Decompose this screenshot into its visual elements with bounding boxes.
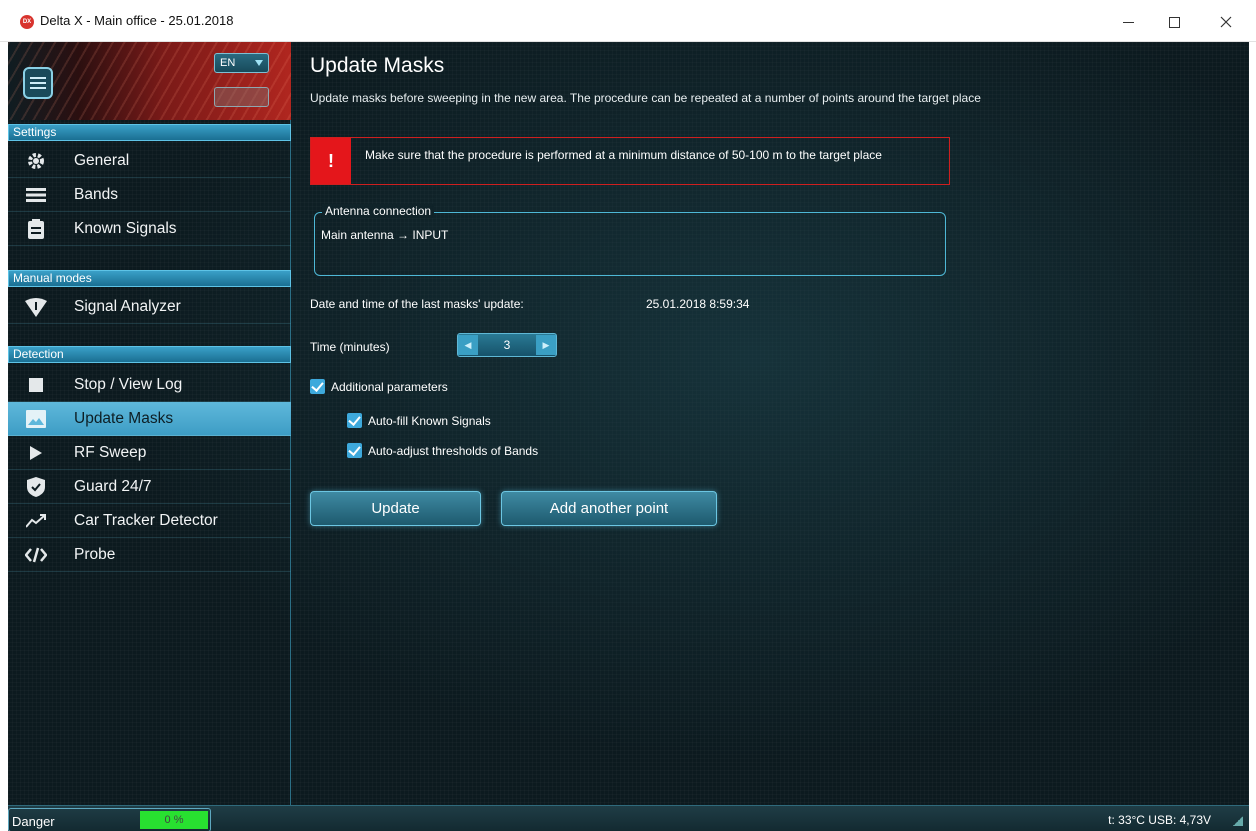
update-button[interactable]: Update xyxy=(310,491,481,526)
checkbox-checked-icon xyxy=(347,443,362,458)
antenna-connection-legend: Antenna connection xyxy=(322,204,435,218)
danger-label: Danger xyxy=(12,814,55,829)
sidebar-item-label: Signal Analyzer xyxy=(74,297,181,315)
section-manual-modes: Manual modes xyxy=(8,270,291,287)
warning-text: Make sure that the procedure is performe… xyxy=(365,148,882,162)
antenna-connection-group: Antenna connection Main antenna → INPUT xyxy=(314,204,946,276)
sidebar-item-label: Update Masks xyxy=(74,409,174,427)
maximize-icon xyxy=(1168,16,1180,28)
sidebar-item-label: General xyxy=(74,151,130,169)
sidebar-item-stop-view-log[interactable]: Stop / View Log xyxy=(8,368,291,402)
signal-analyzer-icon xyxy=(8,297,64,317)
main-content: Update Masks Update masks before sweepin… xyxy=(310,42,1240,802)
sidebar-item-label: Guard 24/7 xyxy=(74,477,152,495)
section-detection: Detection xyxy=(8,346,291,363)
code-icon xyxy=(8,547,64,563)
status-bar: Danger 0 % t: 33°C USB: 4,73V xyxy=(8,805,1249,831)
sidebar-item-general[interactable]: General xyxy=(8,144,291,178)
close-button[interactable] xyxy=(1203,8,1249,36)
sidebar-item-label: Bands xyxy=(74,185,118,203)
antenna-connection-value: Main antenna → INPUT xyxy=(321,228,449,242)
sidebar: EN Settings General Bands Known Signals … xyxy=(8,42,291,805)
time-stepper[interactable]: ◀ 3 ▶ xyxy=(457,333,557,357)
app-window: EN Settings General Bands Known Signals … xyxy=(8,42,1249,831)
last-update-label: Date and time of the last masks' update: xyxy=(310,297,524,311)
sidebar-item-label: Probe xyxy=(74,545,116,563)
sidebar-item-bands[interactable]: Bands xyxy=(8,178,291,212)
decrement-button[interactable]: ◀ xyxy=(458,335,478,355)
danger-indicator: Danger 0 % xyxy=(8,808,211,831)
increment-button[interactable]: ▶ xyxy=(536,335,556,355)
sidebar-item-label: Car Tracker Detector xyxy=(74,511,218,529)
language-value: EN xyxy=(220,57,236,69)
close-icon xyxy=(1220,16,1232,28)
warning-banner: ! Make sure that the procedure is perfor… xyxy=(310,137,950,185)
clipboard-icon xyxy=(8,218,64,239)
shield-icon xyxy=(8,476,64,497)
danger-level: 0 % xyxy=(140,811,208,829)
stop-icon xyxy=(8,377,64,392)
image-icon xyxy=(8,409,64,428)
checkbox-checked-icon xyxy=(347,413,362,428)
hamburger-menu-button[interactable] xyxy=(23,67,53,99)
sidebar-item-label: RF Sweep xyxy=(74,443,147,461)
auto-adjust-thresholds-label: Auto-adjust thresholds of Bands xyxy=(368,443,539,458)
sidebar-item-label: Stop / View Log xyxy=(74,375,183,393)
resize-grip-icon[interactable] xyxy=(1233,816,1243,826)
minimize-button[interactable] xyxy=(1105,8,1151,36)
last-update-value: 25.01.2018 8:59:34 xyxy=(646,297,750,311)
chevron-down-icon xyxy=(255,60,263,66)
list-icon xyxy=(8,187,64,203)
time-value: 3 xyxy=(503,338,511,352)
trend-icon xyxy=(8,513,64,528)
auto-fill-known-signals-label: Auto-fill Known Signals xyxy=(368,413,491,428)
device-status-icon xyxy=(214,87,269,107)
window-title: Delta X - Main office - 25.01.2018 xyxy=(40,13,234,28)
play-icon xyxy=(8,445,64,460)
sidebar-item-update-masks[interactable]: Update Masks xyxy=(8,402,291,436)
app-icon: DX xyxy=(20,15,34,29)
additional-parameters-checkbox[interactable]: Additional parameters xyxy=(310,379,448,394)
page-title: Update Masks xyxy=(310,54,445,77)
auto-fill-known-signals-checkbox[interactable]: Auto-fill Known Signals xyxy=(347,413,491,428)
sidebar-item-label: Known Signals xyxy=(74,219,177,237)
time-label: Time (minutes) xyxy=(310,340,390,354)
sidebar-item-signal-analyzer[interactable]: Signal Analyzer xyxy=(8,290,291,324)
minimize-icon xyxy=(1122,21,1134,23)
gear-icon xyxy=(8,151,64,171)
window-titlebar: DX Delta X - Main office - 25.01.2018 xyxy=(0,0,1256,42)
device-telemetry: t: 33°C USB: 4,73V xyxy=(1108,813,1211,827)
add-another-point-button[interactable]: Add another point xyxy=(501,491,717,526)
page-subtitle: Update masks before sweeping in the new … xyxy=(310,91,981,105)
checkbox-checked-icon xyxy=(310,379,325,394)
additional-parameters-label: Additional parameters xyxy=(331,379,448,394)
maximize-button[interactable] xyxy=(1151,8,1197,36)
auto-adjust-thresholds-checkbox[interactable]: Auto-adjust thresholds of Bands xyxy=(347,443,538,458)
sidebar-item-guard[interactable]: Guard 24/7 xyxy=(8,470,291,504)
sidebar-item-car-tracker-detector[interactable]: Car Tracker Detector xyxy=(8,504,291,538)
sidebar-item-probe[interactable]: Probe xyxy=(8,538,291,572)
sidebar-item-known-signals[interactable]: Known Signals xyxy=(8,212,291,246)
warning-icon: ! xyxy=(311,138,351,184)
sidebar-item-rf-sweep[interactable]: RF Sweep xyxy=(8,436,291,470)
section-settings: Settings xyxy=(8,124,291,141)
language-select[interactable]: EN xyxy=(214,53,269,73)
